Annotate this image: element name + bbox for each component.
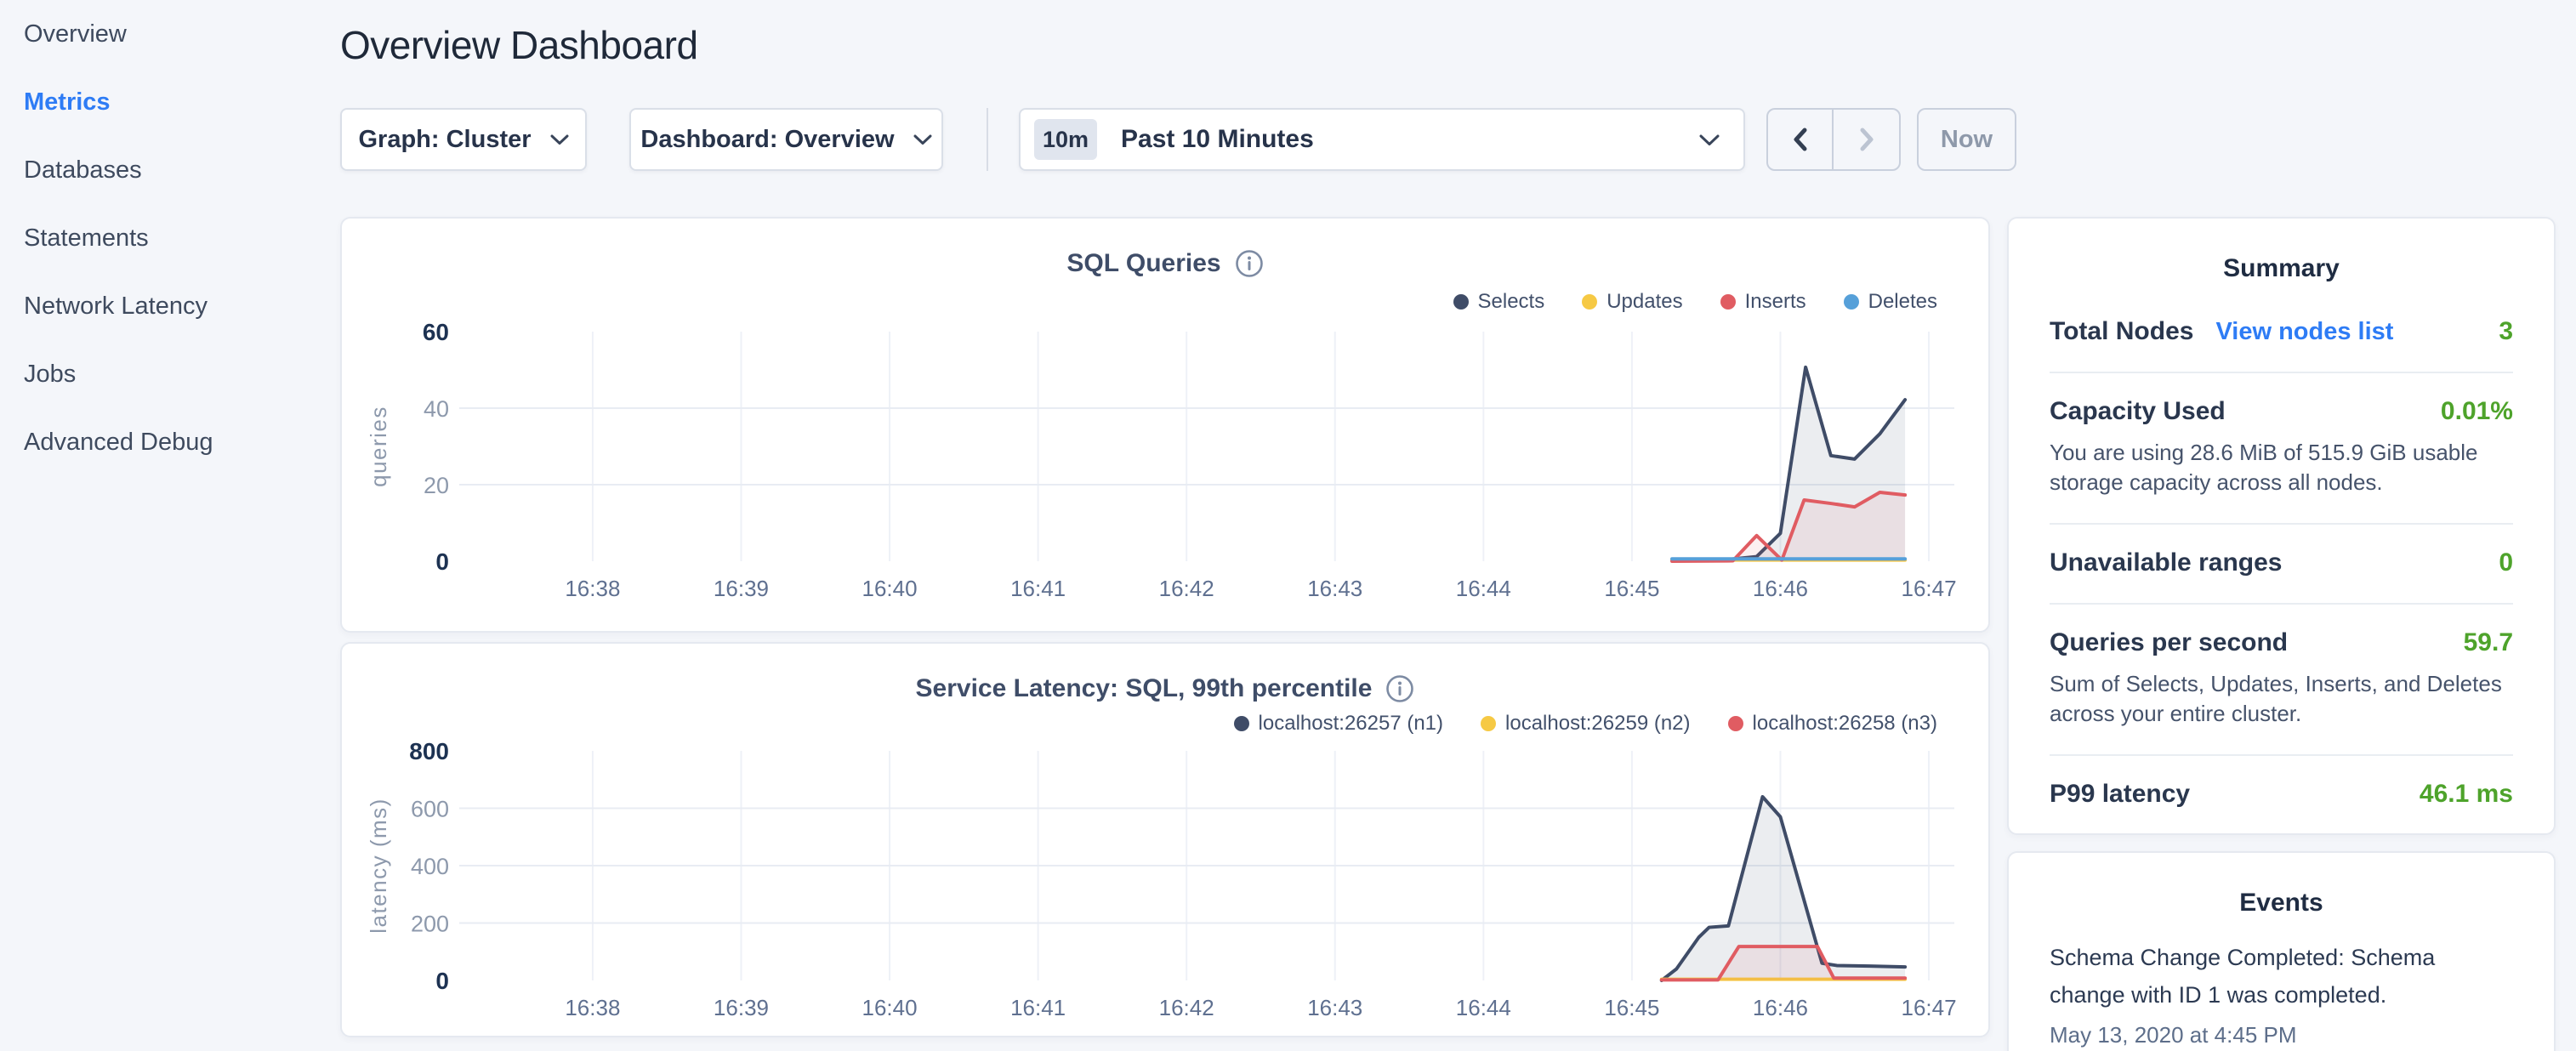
svg-text:16:45: 16:45 [1604,995,1659,1020]
summary-row-total-nodes: Total Nodes View nodes list 3 [2050,293,2513,373]
now-button[interactable]: Now [1917,108,2016,171]
sidebar: Overview Metrics Databases Statements Ne… [0,0,340,1051]
sidebar-item-overview[interactable]: Overview [24,0,340,68]
svg-text:16:38: 16:38 [565,995,620,1020]
graph-dropdown[interactable]: Graph: Cluster [340,108,587,171]
svg-text:16:43: 16:43 [1307,576,1362,601]
svg-text:0: 0 [435,548,449,575]
svg-text:40: 40 [424,396,449,422]
svg-text:16:46: 16:46 [1753,576,1808,601]
previous-time-button[interactable] [1768,110,1834,169]
sidebar-item-metrics[interactable]: Metrics [24,68,340,136]
summary-title: Summary [2050,254,2513,283]
svg-text:16:47: 16:47 [1901,995,1956,1020]
time-range-badge: 10m [1034,119,1097,160]
svg-text:queries: queries [366,406,391,487]
next-time-button[interactable] [1834,110,1899,169]
events-title: Events [2050,889,2513,917]
event-item: Schema Change Completed: Schema change w… [2050,940,2513,1048]
summary-value: 3 [2499,317,2513,346]
svg-text:400: 400 [411,854,449,879]
summary-label: Total Nodes [2050,317,2193,346]
event-timestamp: May 13, 2020 at 4:45 PM [2050,1022,2513,1048]
svg-text:16:41: 16:41 [1010,576,1066,601]
time-range-label: Past 10 Minutes [1121,125,1314,154]
summary-label: Unavailable ranges [2050,548,2282,577]
svg-text:16:45: 16:45 [1604,576,1659,601]
summary-row-capacity-used: Capacity Used 0.01% You are using 28.6 M… [2050,373,2513,525]
sql-queries-chart-card: SQL Queries SelectsUpdatesInsertsDeletes… [340,217,1990,633]
sidebar-item-statements[interactable]: Statements [24,204,340,272]
summary-description: Sum of Selects, Updates, Inserts, and De… [2050,669,2513,729]
chevron-down-icon [913,134,932,145]
service-latency-chart-card: Service Latency: SQL, 99th percentile lo… [340,642,1990,1037]
svg-text:16:40: 16:40 [862,995,917,1020]
svg-text:0: 0 [435,968,449,994]
toolbar: Graph: Cluster Dashboard: Overview 10m P… [340,108,2016,171]
svg-text:16:47: 16:47 [1901,576,1956,601]
svg-text:600: 600 [411,797,449,822]
sidebar-item-network-latency[interactable]: Network Latency [24,272,340,340]
svg-text:200: 200 [411,912,449,937]
svg-text:20: 20 [424,473,449,498]
svg-text:16:42: 16:42 [1159,995,1214,1020]
summary-label: Capacity Used [2050,397,2226,426]
summary-row-queries-per-second: Queries per second 59.7 Sum of Selects, … [2050,605,2513,756]
summary-row-p99-latency: P99 latency 46.1 ms [2050,756,2513,834]
svg-text:16:44: 16:44 [1456,995,1511,1020]
summary-value: 0 [2499,548,2513,577]
svg-text:16:40: 16:40 [862,576,917,601]
graph-dropdown-label: Graph: Cluster [358,126,531,154]
summary-description: You are using 28.6 MiB of 515.9 GiB usab… [2050,438,2513,497]
dashboard-dropdown[interactable]: Dashboard: Overview [629,108,943,171]
summary-row-unavailable-ranges: Unavailable ranges 0 [2050,525,2513,605]
sidebar-item-databases[interactable]: Databases [24,136,340,204]
summary-value: 46.1 ms [2420,780,2513,809]
time-pager [1766,108,1901,171]
event-message: Schema Change Completed: Schema change w… [2050,940,2479,1014]
summary-label: P99 latency [2050,780,2190,809]
chevron-left-icon [1792,127,1809,152]
page-title: Overview Dashboard [340,22,698,68]
svg-text:16:46: 16:46 [1753,995,1808,1020]
sidebar-item-advanced-debug[interactable]: Advanced Debug [24,408,340,476]
svg-text:16:38: 16:38 [565,576,620,601]
sidebar-item-jobs[interactable]: Jobs [24,340,340,408]
service-latency-chart[interactable]: 16:38 16:39 16:40 16:41 16:42 16:43 16:44 16:45… [342,644,1988,1036]
svg-text:16:44: 16:44 [1456,576,1511,601]
sql-queries-chart[interactable]: 16:38 16:39 16:40 16:41 16:42 16:43 16:44 16:45… [342,219,1988,631]
svg-text:800: 800 [409,738,449,764]
svg-text:60: 60 [423,319,449,345]
svg-text:16:39: 16:39 [714,995,769,1020]
summary-panel: Summary Total Nodes View nodes list 3 Ca… [2007,217,2556,835]
svg-text:16:41: 16:41 [1010,995,1066,1020]
chevron-down-icon [1699,134,1720,146]
time-range-selector[interactable]: 10m Past 10 Minutes [1019,108,1745,171]
svg-text:16:42: 16:42 [1159,576,1214,601]
events-panel: Events Schema Change Completed: Schema c… [2007,851,2556,1051]
summary-label: Queries per second [2050,628,2288,657]
view-nodes-list-link[interactable]: View nodes list [2215,318,2393,346]
summary-value: 0.01% [2441,397,2513,426]
svg-text:16:43: 16:43 [1307,995,1362,1020]
svg-text:16:39: 16:39 [714,576,769,601]
dashboard-dropdown-label: Dashboard: Overview [640,126,894,154]
summary-value: 59.7 [2464,628,2513,657]
toolbar-divider [987,108,988,171]
svg-text:latency (ms): latency (ms) [366,798,391,934]
chevron-down-icon [550,134,569,145]
chevron-right-icon [1858,127,1875,152]
